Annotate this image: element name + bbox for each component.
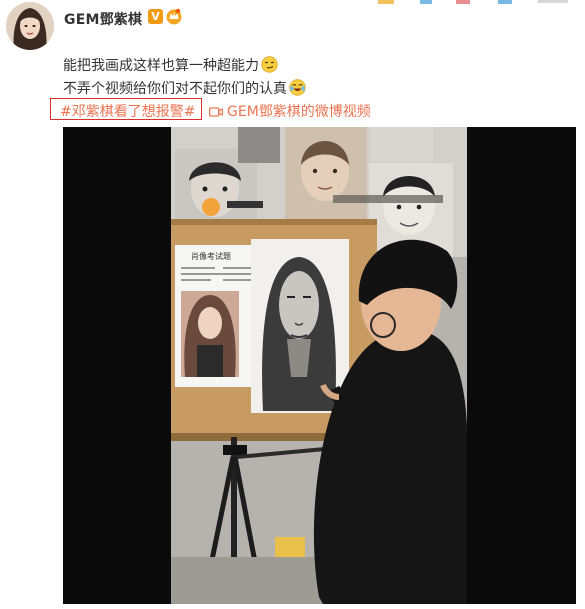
laugh-cry-emoji-icon: [289, 79, 306, 96]
post-text: 能把我画成这样也算一种超能力: [63, 58, 259, 74]
post-text: 不弄个视频给你们对不起你们的认真: [63, 81, 287, 97]
username[interactable]: GEM鄧紫棋: [64, 9, 142, 29]
hashtag-link[interactable]: #邓紫棋看了想报警#: [60, 101, 195, 121]
video-thumbnail: 肖像考试题: [171, 127, 467, 604]
avatar[interactable]: [6, 2, 54, 50]
post-text-line-2: 不弄个视频给你们对不起你们的认真: [63, 78, 306, 98]
exam-sheet-title: 肖像考试题: [191, 251, 231, 261]
video-player[interactable]: 肖像考试题: [63, 127, 576, 604]
exam-sheet: 肖像考试题: [175, 245, 261, 387]
video-camera-icon: [209, 107, 223, 117]
wall-portrait-man: [285, 127, 367, 219]
header-decoration: [378, 0, 568, 4]
charcoal-portrait: [251, 239, 349, 413]
smirk-emoji-icon: [261, 56, 278, 73]
verified-badge-icon: V: [148, 9, 163, 24]
member-crown-icon[interactable]: [165, 7, 183, 25]
post-text-line-1: 能把我画成这样也算一种超能力: [63, 55, 278, 75]
video-source-link[interactable]: GEM鄧紫棋的微博视频: [209, 101, 371, 121]
video-source-label: GEM鄧紫棋的微博视频: [227, 104, 371, 120]
avatar-image: [6, 2, 54, 50]
